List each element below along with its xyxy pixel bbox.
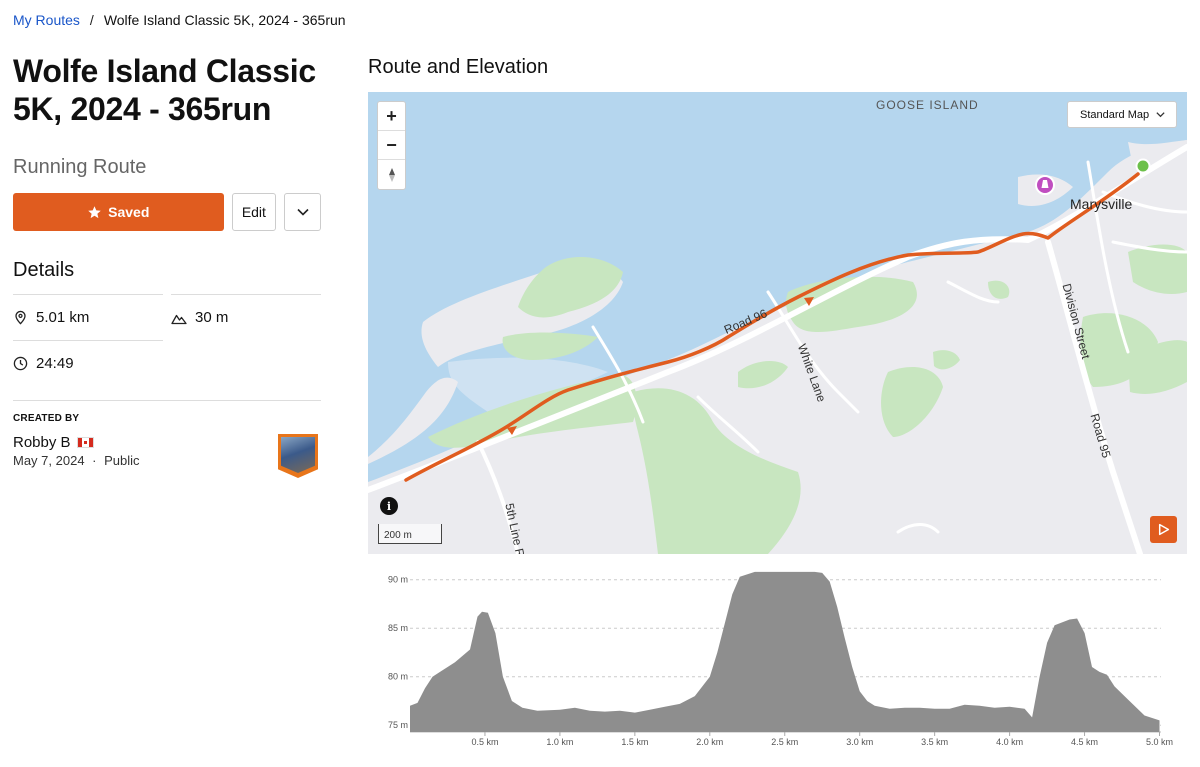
page-title: Wolfe Island Classic 5K, 2024 - 365run <box>13 53 316 127</box>
compass-button[interactable] <box>378 160 405 189</box>
distance-value: 5.01 km <box>36 309 90 326</box>
play-icon <box>1158 523 1170 536</box>
created-date: May 7, 2024 <box>13 453 85 468</box>
saved-button-label: Saved <box>108 204 150 220</box>
creator-name-link[interactable]: Robby B <box>13 434 71 451</box>
marysville-label: Marysville <box>1070 196 1133 212</box>
map-canvas[interactable] <box>368 92 1187 554</box>
route-type: Running Route <box>13 156 147 178</box>
y-tick-label: 90 m <box>388 575 408 585</box>
chevron-down-icon <box>297 208 309 216</box>
zoom-controls: + − <box>377 101 406 190</box>
details-heading: Details <box>13 259 75 281</box>
x-tick-label: 0.5 km <box>471 737 498 747</box>
breadcrumb-separator: / <box>89 12 94 28</box>
created-by-label: CREATED BY <box>13 413 80 424</box>
distance-stat: 5.01 km <box>13 294 163 340</box>
x-tick-label: 3.0 km <box>846 737 873 747</box>
y-axis-ticks: 90 m 85 m 80 m 75 m <box>388 575 408 731</box>
saved-button[interactable]: Saved <box>13 193 224 231</box>
map-type-label: Standard Map <box>1080 108 1150 121</box>
x-tick-label: 5.0 km <box>1146 737 1173 747</box>
map-type-select[interactable]: Standard Map <box>1067 101 1177 128</box>
chevron-down-icon <box>1156 112 1165 118</box>
section-title: Route and Elevation <box>368 56 549 78</box>
creator-block: Robby B May 7, 2024 · Public <box>13 434 321 478</box>
breadcrumb-my-routes-link[interactable]: My Routes <box>13 12 80 28</box>
stats-grid: 5.01 km 30 m 24:49 <box>13 294 321 386</box>
y-tick-label: 80 m <box>388 672 408 682</box>
creator-info: Robby B May 7, 2024 · Public <box>13 434 140 468</box>
mountain-icon <box>171 314 187 324</box>
divider <box>13 400 321 401</box>
zoom-out-button[interactable]: − <box>378 131 405 160</box>
location-pin-icon <box>15 310 26 325</box>
star-icon <box>88 205 101 218</box>
clock-icon <box>13 356 28 371</box>
route-actions: Saved Edit <box>13 193 321 231</box>
goose-island-label: GOOSE ISLAND <box>876 98 979 112</box>
avatar[interactable] <box>278 434 318 478</box>
x-tick-label: 3.5 km <box>921 737 948 747</box>
visibility: Public <box>104 453 140 468</box>
x-tick-label: 4.0 km <box>996 737 1023 747</box>
avatar-photo <box>281 437 315 473</box>
elevation-value: 30 m <box>195 309 229 326</box>
canada-flag-icon <box>76 437 94 448</box>
time-value: 24:49 <box>36 355 74 372</box>
scale-bar: 200 m <box>378 524 442 544</box>
elevation-chart[interactable]: 90 m 85 m 80 m 75 m 0.5 km 1.0 km 1.5 km 2.0 k… <box>368 562 1187 752</box>
meta-separator: · <box>92 453 97 468</box>
breadcrumb-current: Wolfe Island Classic 5K, 2024 - 365run <box>103 12 346 28</box>
x-tick-label: 2.5 km <box>771 737 798 747</box>
creator-meta: May 7, 2024 · Public <box>13 453 140 468</box>
x-tick-label: 4.5 km <box>1071 737 1098 747</box>
creator-name-row: Robby B <box>13 434 140 451</box>
elevation-stat: 30 m <box>171 294 321 340</box>
route-map[interactable]: GOOSE ISLAND Marysville Division Street … <box>368 92 1187 554</box>
info-button[interactable]: i <box>380 497 398 515</box>
x-tick-label: 1.0 km <box>546 737 573 747</box>
x-tick-label: 1.5 km <box>621 737 648 747</box>
breadcrumb: My Routes / Wolfe Island Classic 5K, 202… <box>13 12 346 28</box>
y-tick-label: 75 m <box>388 720 408 730</box>
y-tick-label: 85 m <box>388 623 408 633</box>
edit-button[interactable]: Edit <box>231 193 277 231</box>
elevation-profile-area <box>410 571 1160 732</box>
route-summary-panel: Wolfe Island Classic 5K, 2024 - 365run R… <box>13 52 321 478</box>
start-marker[interactable] <box>1135 158 1151 174</box>
play-flyover-button[interactable] <box>1150 516 1177 543</box>
x-axis-ticks: 0.5 km 1.0 km 1.5 km 2.0 km 2.5 km 3.0 km 3.5 … <box>471 732 1173 747</box>
compass-icon <box>388 167 395 182</box>
more-options-button[interactable] <box>284 193 321 231</box>
x-tick-label: 2.0 km <box>696 737 723 747</box>
time-stat: 24:49 <box>13 340 163 386</box>
zoom-in-button[interactable]: + <box>378 102 405 131</box>
